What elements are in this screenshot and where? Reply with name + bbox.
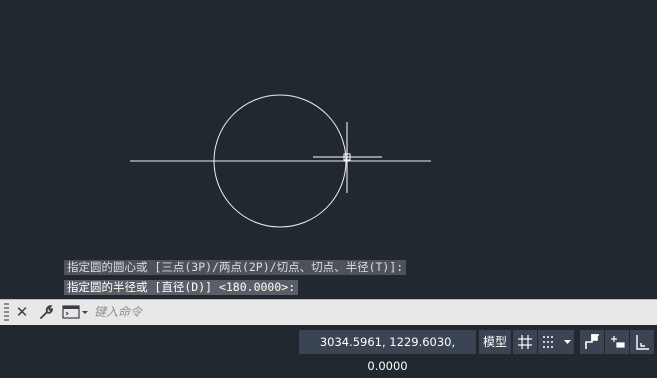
- command-history-line: 指定圆的圆心或 [三点(3P)/两点(2P)/切点、切点、半径(T)]:: [64, 260, 407, 275]
- status-bar: 3034.5961, 1229.6030, 0.0000 模型: [0, 325, 657, 373]
- chevron-down-icon: [564, 340, 571, 344]
- grid-icon: [518, 335, 532, 349]
- command-input[interactable]: [94, 302, 650, 322]
- grip-handle-icon[interactable]: [4, 303, 9, 321]
- ucs-toggle-button[interactable]: [630, 330, 654, 354]
- command-prompt-button[interactable]: [61, 302, 88, 322]
- wrench-icon[interactable]: [37, 302, 55, 322]
- grid-toggle-button[interactable]: [513, 330, 537, 354]
- crosshair-cursor: [313, 122, 382, 193]
- snap-icon: [543, 336, 553, 348]
- model-space-button[interactable]: 模型: [479, 330, 511, 354]
- snap-toggle-button[interactable]: [538, 330, 574, 354]
- ortho-icon: [585, 334, 599, 349]
- command-prompt-icon: [62, 305, 80, 319]
- dynamic-input-icon: [611, 336, 625, 348]
- chevron-down-icon: [82, 311, 88, 314]
- coordinate-readout[interactable]: 3034.5961, 1229.6030, 0.0000: [299, 330, 476, 373]
- ucs-icon: [636, 335, 649, 350]
- command-history-line: 指定圆的半径或 [直径(D)] <180.0000>:: [64, 280, 299, 295]
- close-icon[interactable]: ✕: [13, 302, 31, 322]
- dynamic-input-button[interactable]: [605, 330, 629, 354]
- drawing-canvas[interactable]: [0, 0, 657, 300]
- command-line: ✕: [0, 299, 657, 325]
- ortho-toggle-button[interactable]: [580, 330, 604, 354]
